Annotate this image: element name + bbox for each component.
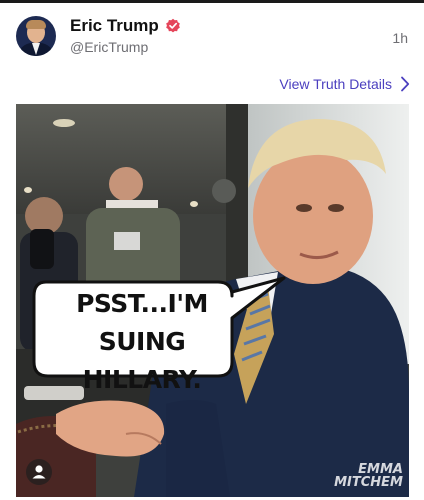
speech-bubble-line-1: PSST...I'M: [76, 289, 208, 318]
image-watermark: EMMA MITCHEM: [334, 463, 403, 489]
user-handle[interactable]: @EricTrump: [70, 39, 148, 55]
tag-people-button[interactable]: [26, 459, 52, 485]
post-image[interactable]: PSST...I'M SUING HILLARY. EMMA MITCHEM: [16, 104, 409, 497]
verified-badge-icon: [166, 18, 180, 33]
display-name[interactable]: Eric Trump: [70, 16, 159, 36]
post-timestamp: 1h: [392, 30, 408, 46]
view-truth-details-link[interactable]: View Truth Details: [279, 76, 410, 92]
speech-bubble-line-2: SUING HILLARY.: [82, 327, 202, 394]
watermark-line-2: MITCHEM: [334, 475, 403, 490]
top-border: [0, 0, 424, 3]
speech-bubble-text: PSST...I'M SUING HILLARY.: [44, 285, 240, 399]
name-row: Eric Trump: [70, 16, 181, 36]
person-icon: [32, 465, 46, 479]
avatar[interactable]: [16, 16, 56, 56]
post-header: Eric Trump @EricTrump 1h: [0, 8, 424, 66]
view-truth-details-label: View Truth Details: [279, 76, 392, 92]
chevron-right-icon: [401, 76, 410, 92]
